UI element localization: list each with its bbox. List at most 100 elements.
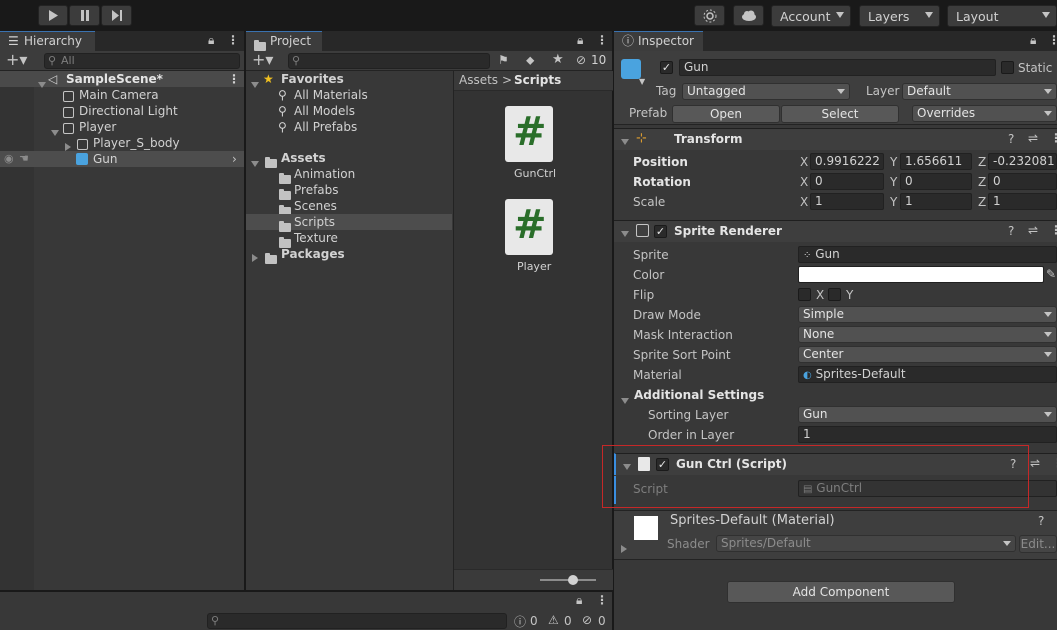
expand-icon[interactable] [621, 139, 629, 145]
list-item[interactable]: Directional Light [0, 103, 244, 119]
tab-project[interactable]: Project [246, 31, 322, 51]
lock-icon[interactable]: 🔒︎ [576, 593, 582, 608]
collapse-icon[interactable] [65, 143, 71, 151]
help-icon[interactable]: ? [1038, 514, 1044, 528]
collab-button[interactable] [694, 5, 725, 26]
folder-item[interactable]: Texture [246, 230, 452, 248]
hierarchy-search-input[interactable]: ⚲ All [44, 53, 240, 69]
help-icon[interactable]: ? [1010, 457, 1016, 471]
layout-dropdown[interactable]: Layout [947, 5, 1057, 27]
info-count-icon[interactable]: ⓘ [514, 613, 526, 630]
lock-icon[interactable]: 🔒︎ [208, 33, 214, 48]
mask-interaction-dropdown[interactable]: None [798, 326, 1057, 343]
help-icon[interactable]: ? [1008, 224, 1014, 238]
list-item-selected[interactable]: ◉ ☚ Gun › [0, 151, 244, 167]
assets-row[interactable]: Assets [246, 150, 452, 168]
prefab-select-button[interactable]: Select [781, 105, 899, 123]
shader-edit-button[interactable]: Edit... [1019, 535, 1057, 553]
chevron-down-icon[interactable]: ▼ [639, 77, 645, 86]
settings-sliders-icon[interactable]: ⇌ [1030, 456, 1040, 470]
breadcrumb-root[interactable]: Assets [459, 73, 498, 87]
step-button[interactable] [101, 5, 132, 26]
rotation-y-field[interactable]: 0 [900, 173, 972, 190]
folder-item-selected[interactable]: Scripts [246, 214, 452, 232]
object-name-field[interactable]: Gun [679, 59, 996, 76]
tag-icon[interactable]: ⬥ [526, 53, 534, 68]
expand-icon[interactable] [621, 231, 629, 237]
list-item[interactable]: Player [0, 119, 244, 136]
create-button[interactable]: +▾ [252, 51, 273, 69]
zoom-slider-thumb[interactable] [568, 575, 578, 585]
list-item[interactable]: Main Camera [0, 87, 244, 103]
more-icon[interactable]: ⋮ [596, 593, 608, 607]
filter-type-icon[interactable]: ⚑ [498, 53, 509, 67]
gunctrl-enabled-checkbox[interactable]: ✓ [656, 458, 669, 471]
list-item[interactable]: ⚲ All Models [246, 103, 452, 119]
more-icon[interactable]: ⋮ [227, 33, 239, 47]
tab-inspector[interactable]: ⓘ Inspector [614, 31, 703, 51]
favorites-row[interactable]: ★ Favorites [246, 71, 452, 88]
script-file-icon[interactable]: # [505, 106, 553, 162]
static-checkbox[interactable] [1001, 61, 1014, 74]
cloud-button[interactable] [733, 5, 764, 26]
rotation-x-field[interactable]: 0 [810, 173, 884, 190]
collapse-icon[interactable] [621, 545, 627, 553]
more-icon[interactable]: ⋮ [1050, 131, 1057, 145]
list-item[interactable]: ⚲ All Prefabs [246, 119, 452, 135]
list-item[interactable]: Player_S_body [0, 135, 244, 151]
chevron-right-icon[interactable]: › [232, 151, 237, 167]
hidden-eye-icon[interactable]: ⊘ [576, 53, 586, 67]
packages-row[interactable]: Packages [246, 246, 452, 264]
settings-sliders-icon[interactable]: ⇌ [1028, 131, 1038, 145]
position-x-field[interactable]: 0.9916222 [810, 153, 884, 170]
flip-y-checkbox[interactable] [828, 288, 841, 301]
position-z-field[interactable]: -0.2320811 [988, 153, 1057, 170]
sprite-renderer-enabled-checkbox[interactable]: ✓ [654, 225, 667, 238]
settings-sliders-icon[interactable]: ⇌ [1028, 223, 1038, 237]
console-search-input[interactable]: ⚲ [207, 613, 507, 629]
layer-dropdown[interactable]: Default [902, 83, 1057, 100]
eye-icon[interactable]: ◉ [4, 151, 14, 167]
tab-hierarchy[interactable]: ☰ Hierarchy [0, 31, 95, 51]
scale-y-field[interactable]: 1 [900, 193, 972, 210]
expand-icon[interactable] [621, 398, 629, 404]
pause-button[interactable] [69, 5, 100, 26]
more-icon[interactable]: ⋮ [1052, 456, 1057, 470]
lock-icon[interactable]: 🔒︎ [1030, 33, 1036, 48]
account-dropdown[interactable]: Account [771, 5, 851, 27]
scene-row[interactable]: ◁ SampleScene* ⋮ [0, 71, 244, 88]
project-search-input[interactable]: ⚲ [288, 53, 490, 69]
rotation-z-field[interactable]: 0 [988, 173, 1057, 190]
shader-dropdown[interactable]: Sprites/Default [716, 535, 1016, 552]
sprite-field[interactable]: ⁘ Gun [798, 246, 1057, 263]
eyedropper-icon[interactable]: ✎ [1046, 267, 1056, 281]
file-label[interactable]: GunCtrl [514, 167, 556, 180]
sorting-layer-dropdown[interactable]: Gun [798, 406, 1057, 423]
lock-icon[interactable]: 🔒︎ [577, 33, 583, 48]
draw-mode-dropdown[interactable]: Simple [798, 306, 1057, 323]
prefab-overrides-dropdown[interactable]: Overrides [912, 105, 1057, 122]
order-in-layer-field[interactable]: 1 [798, 426, 1057, 443]
more-icon[interactable]: ⋮ [1050, 223, 1057, 237]
sprite-renderer-header[interactable]: ✓ Sprite Renderer ? ⇌ ⋮ [614, 220, 1057, 242]
active-checkbox[interactable]: ✓ [660, 61, 673, 74]
file-label[interactable]: Player [517, 260, 551, 273]
expand-icon[interactable] [623, 464, 631, 470]
sort-point-dropdown[interactable]: Center [798, 346, 1057, 363]
additional-settings-label[interactable]: Additional Settings [634, 388, 764, 402]
more-icon[interactable]: ⋮ [228, 71, 240, 87]
script-file-icon[interactable]: # [505, 199, 553, 255]
scale-z-field[interactable]: 1 [988, 193, 1057, 210]
star-icon[interactable]: ★ [552, 52, 564, 67]
tag-dropdown[interactable]: Untagged [682, 83, 850, 100]
color-swatch[interactable] [798, 266, 1044, 283]
layers-dropdown[interactable]: Layers [859, 5, 940, 27]
play-button[interactable] [38, 5, 68, 26]
flip-x-checkbox[interactable] [798, 288, 811, 301]
warning-icon[interactable]: ⚠ [548, 613, 559, 627]
folder-item[interactable]: Prefabs [246, 182, 452, 200]
pick-icon[interactable]: ☚ [19, 151, 29, 167]
material-field[interactable]: ◐ Sprites-Default [798, 366, 1057, 383]
add-button[interactable]: +▾ [6, 51, 27, 69]
folder-item[interactable]: Scenes [246, 198, 452, 216]
